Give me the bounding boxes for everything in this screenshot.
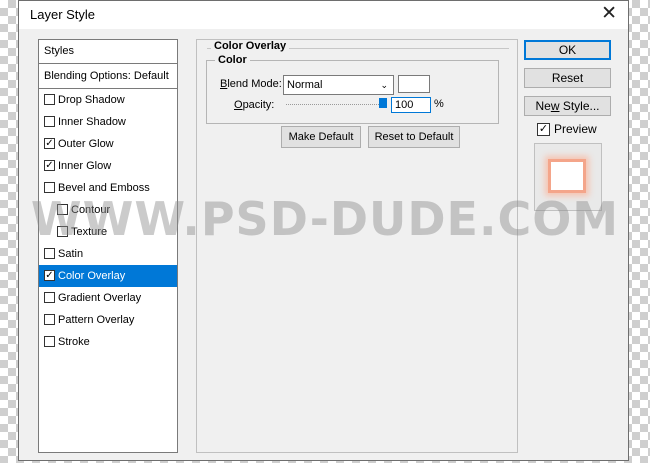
checkbox[interactable] [44,314,55,325]
new-style-label-a: Ne [535,99,551,113]
layer-style-dialog: Layer Style ✕ Styles Blending Options: D… [18,0,629,461]
reset-button[interactable]: Reset [524,68,611,88]
style-item-gradient-overlay[interactable]: Gradient Overlay [39,287,177,309]
checkbox[interactable]: ✓ [44,160,55,171]
group-title: Color Overlay [211,40,290,52]
style-item-drop-shadow[interactable]: Drop Shadow [39,89,177,111]
blend-mode-label: Blend Mode: [220,78,282,90]
checkbox[interactable] [57,226,68,237]
checkbox[interactable]: ✓ [44,138,55,149]
blend-mode-select[interactable]: Normal ⌄ [283,75,394,95]
style-item-pattern-overlay[interactable]: Pattern Overlay [39,309,177,331]
reset-to-default-button[interactable]: Reset to Default [368,126,460,148]
blend-mode-label-rest: lend Mode: [227,78,282,90]
checkbox[interactable] [44,182,55,193]
style-item-label: Gradient Overlay [58,292,142,304]
make-default-button[interactable]: Make Default [281,126,361,148]
preview-glow-square [548,159,586,193]
style-item-label: Contour [71,204,111,216]
style-item-label: Bevel and Emboss [58,182,150,194]
opacity-slider-track[interactable] [286,104,383,105]
opacity-label: Opacity: [234,99,275,111]
chevron-down-icon: ⌄ [380,80,388,90]
blend-mode-value: Normal [287,79,323,91]
style-item-label: Texture [71,226,108,238]
title-bar: Layer Style ✕ [19,1,628,29]
style-item-stroke[interactable]: Stroke [39,331,177,353]
new-style-button[interactable]: New Style... [524,96,611,116]
style-item-label: Pattern Overlay [58,314,135,326]
blending-options-item[interactable]: Blending Options: Default [39,64,177,89]
style-item-label: Stroke [58,336,90,348]
preview-label: Preview [554,122,597,136]
style-item-label: Outer Glow [58,138,114,150]
style-item-bevel-and-emboss[interactable]: Bevel and Emboss [39,177,177,199]
opacity-unit: % [434,98,444,110]
style-preview-thumbnail [534,143,602,211]
style-item-color-overlay[interactable]: ✓ Color Overlay [39,265,177,287]
overlay-color-swatch[interactable] [398,75,430,93]
opacity-slider-thumb[interactable] [379,98,387,108]
style-item-label: Color Overlay [58,270,126,282]
style-item-label: Inner Glow [58,160,112,172]
color-subtitle: Color [215,54,250,66]
checkbox[interactable] [44,116,55,127]
style-item-outer-glow[interactable]: ✓ Outer Glow [39,133,177,155]
opacity-input[interactable]: 100 [391,97,431,113]
new-style-label-b: Style... [559,99,600,113]
style-item-inner-glow[interactable]: ✓ Inner Glow [39,155,177,177]
style-item-contour[interactable]: Contour [39,199,177,221]
style-item-label: Inner Shadow [58,116,126,128]
checkbox[interactable] [44,94,55,105]
style-item-label: Satin [58,248,84,260]
checkbox[interactable] [57,204,68,215]
checkbox[interactable] [44,248,55,259]
window-title: Layer Style [30,7,96,22]
style-items: Drop Shadow Inner Shadow ✓ Outer Glow ✓ Inner… [39,89,177,353]
color-overlay-panel: Color Overlay Color Blend Mode: Normal ⌄… [196,39,518,453]
ok-button[interactable]: OK [524,40,611,60]
preview-checkbox[interactable]: ✓ [537,123,550,136]
checkbox[interactable] [44,336,55,347]
close-icon[interactable]: ✕ [601,3,617,25]
checkbox[interactable]: ✓ [44,270,55,281]
style-item-label: Drop Shadow [58,94,125,106]
style-item-texture[interactable]: Texture [39,221,177,243]
style-item-satin[interactable]: Satin [39,243,177,265]
styles-header[interactable]: Styles [39,40,177,64]
checkbox[interactable] [44,292,55,303]
opacity-label-rest: pacity: [242,99,275,111]
styles-list: Styles Blending Options: Default Drop Sh… [38,39,178,453]
style-item-inner-shadow[interactable]: Inner Shadow [39,111,177,133]
